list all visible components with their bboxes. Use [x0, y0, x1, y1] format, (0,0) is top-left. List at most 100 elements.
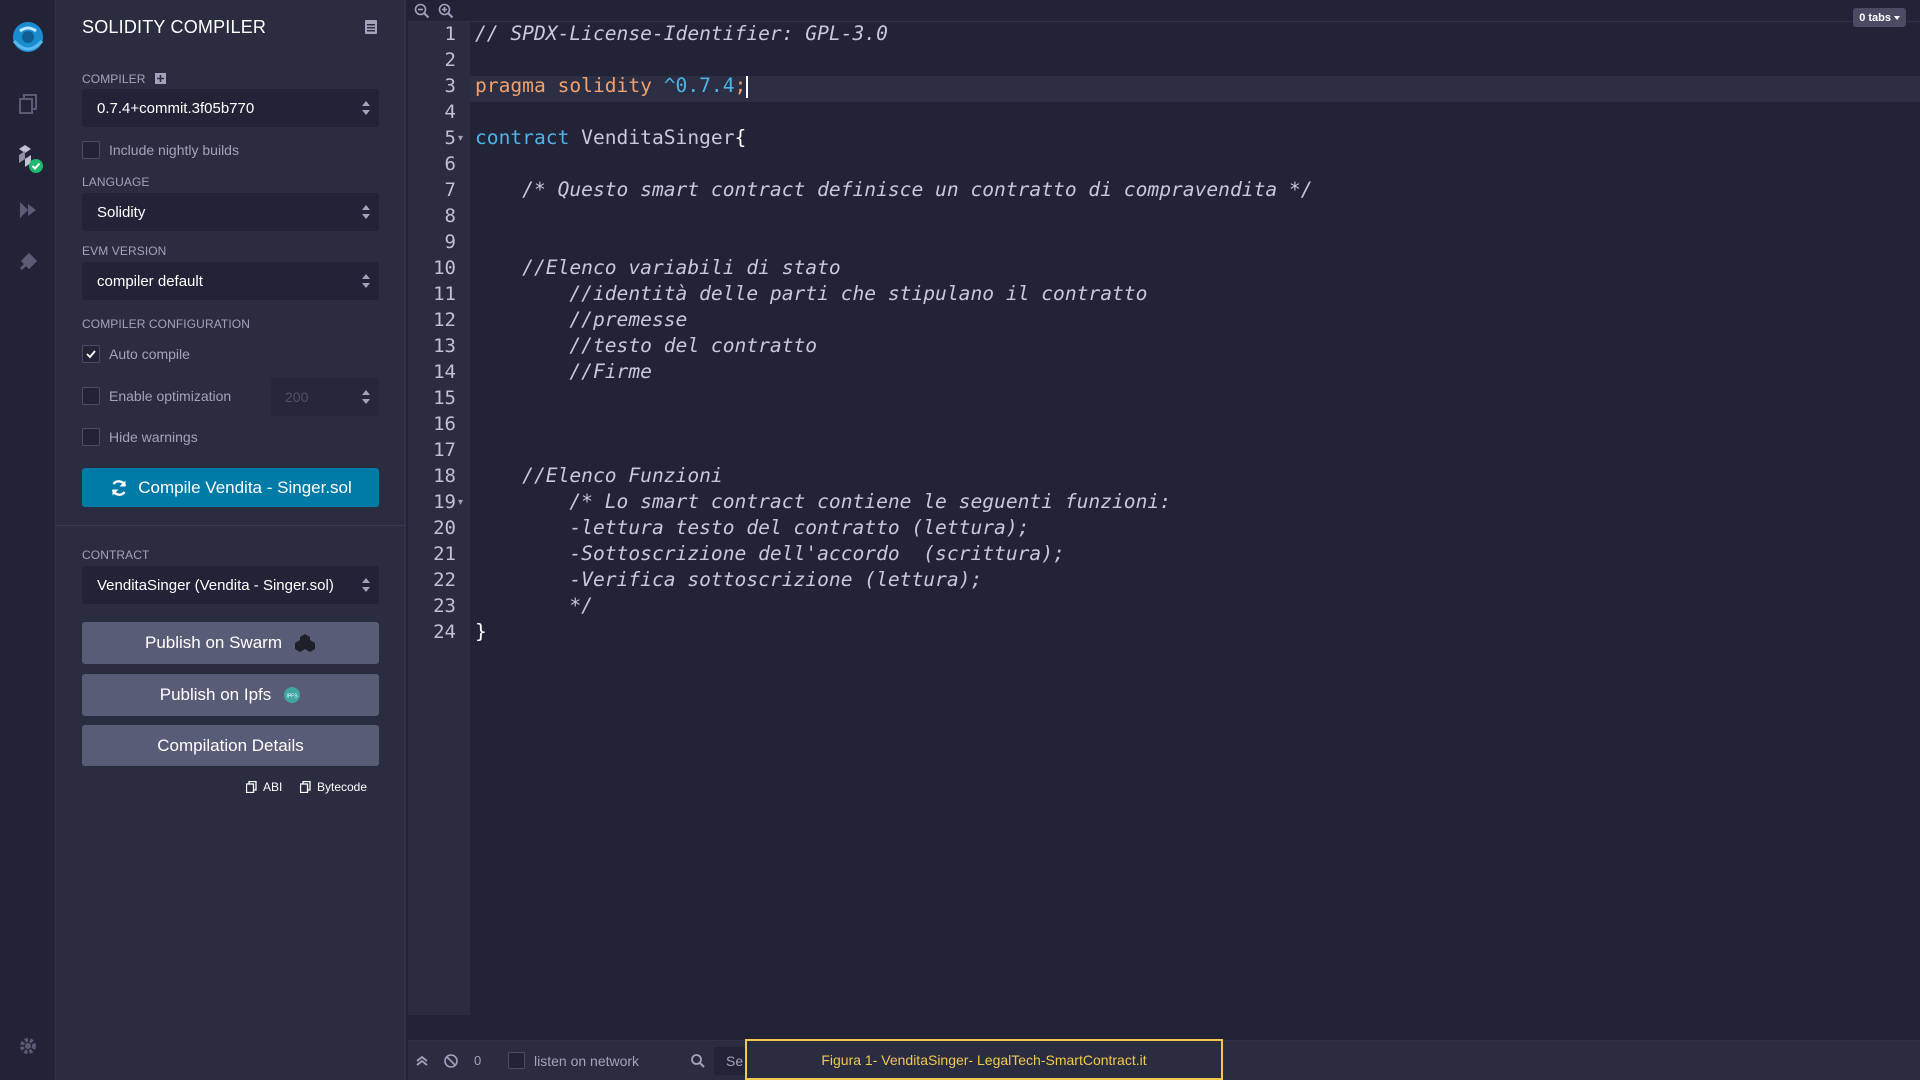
code-line: -lettura testo del contratto (lettura); [475, 516, 1030, 539]
line-number: 22 [433, 569, 456, 591]
compiler-version-select[interactable]: 0.7.4+commit.3f05b770 [82, 89, 379, 127]
line-number: 5 [444, 127, 456, 149]
code-line: //Elenco Funzioni [475, 464, 723, 487]
zoom-in-icon[interactable] [438, 3, 454, 19]
fold-arrow-icon[interactable]: ▾ [458, 133, 463, 144]
select-arrows-icon [362, 578, 370, 592]
copy-abi-button[interactable]: ABI [246, 780, 282, 794]
optimization-checkbox[interactable] [82, 387, 100, 405]
line-number: 18 [433, 465, 456, 487]
publish-swarm-button[interactable]: Publish on Swarm [82, 622, 379, 664]
hide-warnings-checkbox[interactable] [82, 428, 100, 446]
copy-bytecode-button[interactable]: Bytecode [300, 780, 367, 794]
evm-version-select[interactable]: compiler default [82, 262, 379, 300]
line-number: 13 [433, 335, 456, 357]
icon-rail [0, 0, 56, 1080]
code-line: -Sottoscrizione dell'accordo (scrittura)… [475, 542, 1065, 565]
line-number: 3 [444, 75, 456, 97]
code-line: } [475, 620, 487, 643]
publish-ipfs-button[interactable]: Publish on Ipfs IPFS [82, 674, 379, 716]
code-line: contract VenditaSinger{ [475, 126, 747, 149]
stepper-arrows-icon [362, 390, 370, 404]
text-cursor [746, 75, 749, 98]
line-number: 2 [444, 49, 456, 71]
line-number: 6 [444, 153, 456, 175]
settings-gear-icon[interactable] [0, 1024, 56, 1068]
select-arrows-icon [362, 101, 370, 115]
code-line: //identità delle parti che stipulano il … [475, 282, 1148, 305]
code-line: /* Lo smart contract contiene le seguent… [475, 490, 1171, 513]
line-number: 17 [433, 439, 456, 461]
code-line: //testo del contratto [475, 334, 818, 357]
copy-icon [246, 781, 257, 793]
checkmark-icon [86, 350, 96, 359]
line-number: 23 [433, 595, 456, 617]
editor-toolbar: 0 tabs [408, 0, 1920, 27]
ipfs-icon: IPFS [284, 687, 301, 703]
nightly-builds-row: Include nightly builds [82, 141, 239, 159]
compiler-label: COMPILER [82, 72, 166, 86]
line-number-gutter: 1 2 3 4 5 ▾ 6 7 8 9 10 11 12 13 14 15 16 17 18 19 ▾ 20 21 22 23 2… [408, 22, 470, 1015]
remix-logo-icon[interactable] [0, 14, 56, 60]
compile-button[interactable]: Compile Vendita - Singer.sol [82, 468, 379, 507]
code-line: // SPDX-License-Identifier: GPL-3.0 [475, 22, 888, 45]
deploy-run-icon[interactable] [0, 188, 56, 232]
line-number: 8 [444, 205, 456, 227]
solidity-compiler-icon[interactable] [0, 136, 56, 180]
section-divider [56, 525, 406, 526]
documentation-icon[interactable] [365, 20, 377, 34]
line-number: 1 [444, 23, 456, 45]
file-explorer-icon[interactable] [0, 82, 56, 126]
contract-label: CONTRACT [82, 548, 150, 562]
swarm-icon [295, 634, 315, 652]
line-number: 19 [433, 491, 456, 513]
tabs-badge[interactable]: 0 tabs [1853, 8, 1906, 27]
auto-compile-row: Auto compile [82, 345, 190, 363]
compiler-configuration-label: COMPILER CONFIGURATION [82, 317, 250, 331]
expand-terminal-icon[interactable] [414, 1053, 430, 1069]
code-line: //Firme [475, 360, 652, 383]
code-editor[interactable]: 0 tabs 1 2 3 4 5 ▾ 6 7 8 9 10 11 12 13 14 15 16 17 18 19 ▾ 20… [408, 0, 1920, 1015]
line-number: 20 [433, 517, 456, 539]
auto-compile-checkbox[interactable] [82, 345, 100, 363]
compilation-details-button[interactable]: Compilation Details [82, 725, 379, 766]
svg-text:IPFS: IPFS [287, 694, 299, 700]
select-arrows-icon [362, 274, 370, 288]
clear-console-icon[interactable] [443, 1053, 459, 1069]
code-line: */ [475, 594, 593, 617]
figure-caption: Figura 1- VenditaSinger- LegalTech-Smart… [745, 1039, 1223, 1080]
hide-warnings-row: Hide warnings [82, 428, 198, 446]
search-icon [691, 1054, 705, 1068]
copy-icon [300, 781, 311, 793]
evm-version-label: EVM VERSION [82, 244, 167, 258]
line-number: 16 [433, 413, 456, 435]
language-label: LANGUAGE [82, 175, 150, 189]
line-number: 15 [433, 387, 456, 409]
plugin-manager-icon[interactable] [0, 240, 56, 284]
line-number: 9 [444, 231, 456, 253]
line-number: 7 [444, 179, 456, 201]
select-arrows-icon [362, 205, 370, 219]
code-line: //premesse [475, 308, 688, 331]
fold-arrow-icon[interactable]: ▾ [458, 497, 463, 508]
line-number: 12 [433, 309, 456, 331]
panel-title: SOLIDITY COMPILER [82, 17, 267, 37]
line-number: 24 [433, 621, 456, 643]
code-line: //Elenco variabili di stato [475, 256, 841, 279]
listen-network-checkbox[interactable] [508, 1052, 525, 1069]
line-number: 11 [433, 283, 456, 305]
line-number: 10 [433, 257, 456, 279]
code-line: /* Questo smart contract definisce un co… [475, 178, 1313, 201]
listen-network-row: listen on network [508, 1052, 639, 1069]
nightly-builds-checkbox[interactable] [82, 141, 100, 159]
optimization-row: Enable optimization [82, 387, 231, 405]
code-line: pragma solidity ^0.7.4; [475, 74, 749, 98]
zoom-out-icon[interactable] [414, 3, 430, 19]
line-number: 14 [433, 361, 456, 383]
contract-select[interactable]: VenditaSinger (Vendita - Singer.sol) [82, 566, 379, 604]
line-number: 21 [433, 543, 456, 565]
optimization-runs-input[interactable]: 200 [271, 378, 379, 416]
pending-tx-count: 0 [474, 1053, 482, 1068]
add-compiler-icon[interactable] [154, 73, 166, 84]
language-select[interactable]: Solidity [82, 193, 379, 231]
